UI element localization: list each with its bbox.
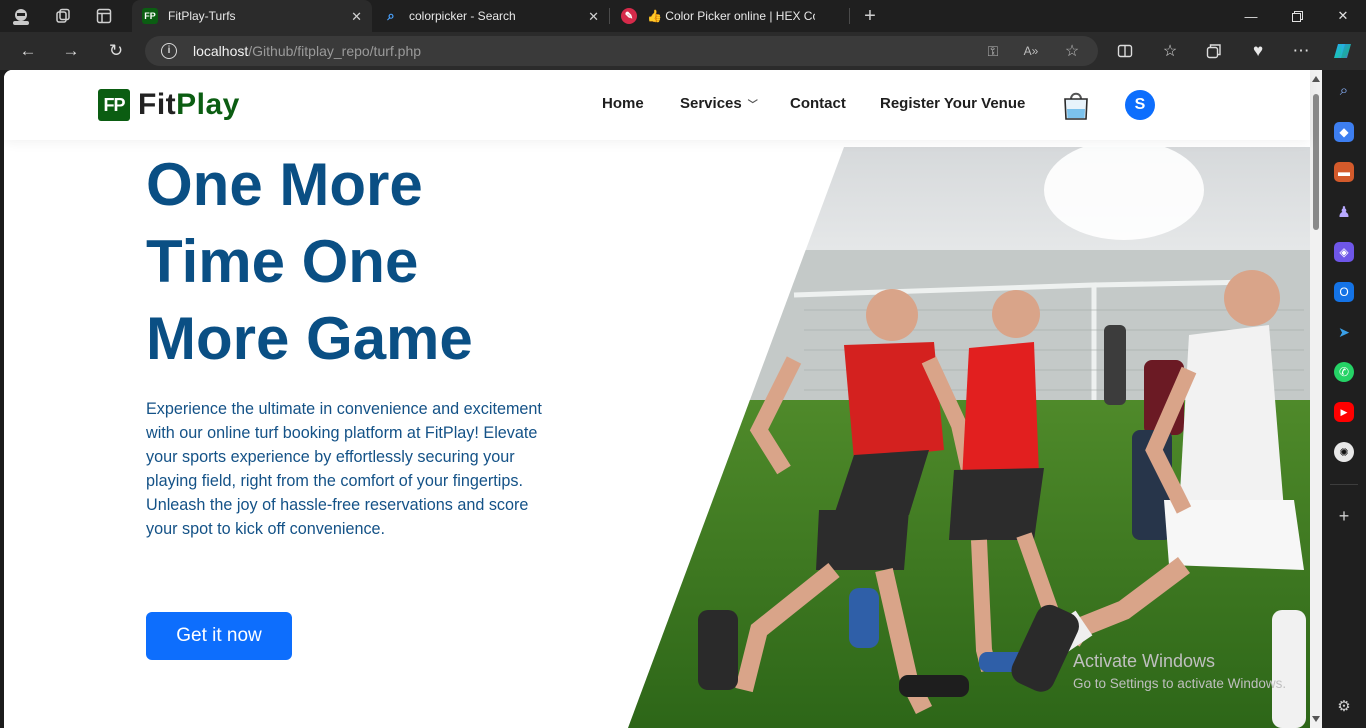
youtube-icon[interactable]: ▶ bbox=[1334, 402, 1354, 422]
user-avatar[interactable]: S bbox=[1125, 90, 1155, 120]
new-tab-icon[interactable]: + bbox=[859, 5, 881, 27]
split-screen-icon[interactable] bbox=[1111, 38, 1139, 64]
favorites-icon[interactable]: ☆ bbox=[1156, 38, 1184, 64]
browser-essentials-icon[interactable]: ♥ bbox=[1244, 38, 1272, 64]
tab-title: FitPlay-Turfs bbox=[168, 9, 236, 23]
url-path: /Github/fitplay_repo/turf.php bbox=[248, 43, 422, 59]
tab-actions-icon[interactable] bbox=[93, 5, 115, 27]
tab-color-picker-online[interactable]: ✎ 👍 Color Picker online | HEX Colo bbox=[611, 0, 847, 32]
minimize-icon[interactable]: — bbox=[1228, 0, 1274, 32]
forward-icon[interactable]: → bbox=[57, 38, 85, 64]
sidebar-search-icon[interactable]: ⌕ bbox=[1334, 80, 1354, 100]
page-viewport: FP FitPlay Home Services ﹀ Contact Regist… bbox=[4, 70, 1322, 728]
collections-icon[interactable] bbox=[1200, 38, 1228, 64]
tab-title: 👍 Color Picker online | HEX Colo bbox=[647, 9, 815, 23]
shopping-tag-icon[interactable]: ◆ bbox=[1334, 122, 1354, 142]
tab-title: colorpicker - Search bbox=[409, 9, 516, 23]
address-bar[interactable]: i localhost/Github/fitplay_repo/turf.php… bbox=[145, 36, 1098, 66]
whatsapp-icon[interactable]: ✆ bbox=[1334, 362, 1354, 382]
color-picker-icon: ✎ bbox=[621, 8, 637, 24]
url-host: localhost bbox=[193, 43, 249, 59]
watermark-title: Activate Windows bbox=[1073, 651, 1216, 671]
copilot-icon[interactable] bbox=[1329, 38, 1357, 64]
logo-word-play: Play bbox=[176, 88, 240, 121]
hero-title-line-2: Time One bbox=[146, 228, 419, 295]
scrollbar-thumb[interactable] bbox=[1313, 94, 1319, 230]
settings-more-icon[interactable]: ⋯ bbox=[1287, 38, 1315, 64]
hero-title-line-3: More Game bbox=[146, 305, 473, 372]
outlook-icon[interactable]: O bbox=[1334, 282, 1354, 302]
fitplay-favicon-icon: FP bbox=[142, 8, 158, 24]
nav-home[interactable]: Home bbox=[602, 95, 644, 112]
nav-services[interactable]: Services ﹀ bbox=[680, 95, 758, 112]
add-sidebar-app-icon[interactable]: + bbox=[1334, 506, 1354, 526]
close-tab-icon[interactable]: ✕ bbox=[351, 9, 362, 25]
nav-contact[interactable]: Contact bbox=[790, 95, 846, 112]
tools-briefcase-icon[interactable]: ▬ bbox=[1334, 162, 1354, 182]
games-icon[interactable]: ♟ bbox=[1334, 202, 1354, 222]
chatgpt-icon[interactable]: ✺ bbox=[1334, 442, 1354, 462]
read-aloud-icon[interactable]: A» bbox=[1021, 41, 1041, 61]
site-header: FP FitPlay Home Services ﹀ Contact Regist… bbox=[4, 70, 1310, 140]
sidebar-settings-gear-icon[interactable]: ⚙ bbox=[1334, 696, 1354, 716]
profile-icon[interactable] bbox=[10, 5, 32, 27]
watermark-subtitle: Go to Settings to activate Windows. bbox=[1073, 676, 1287, 691]
tab-colorpicker-search[interactable]: ⌕ colorpicker - Search ✕ bbox=[373, 0, 609, 32]
workspaces-icon[interactable] bbox=[52, 5, 74, 27]
restore-icon[interactable] bbox=[1274, 0, 1320, 32]
logo-mark: FP bbox=[98, 89, 130, 121]
send-icon[interactable]: ➤ bbox=[1334, 322, 1354, 342]
scroll-down-icon[interactable] bbox=[1312, 716, 1320, 722]
fitplay-logo[interactable]: FP FitPlay bbox=[98, 88, 240, 122]
close-window-icon[interactable]: ✕ bbox=[1320, 0, 1366, 32]
tab-separator bbox=[849, 8, 850, 24]
logo-word-fit: Fit bbox=[138, 88, 177, 121]
page-scrollbar[interactable] bbox=[1310, 70, 1322, 728]
logo-wordmark: FitPlay bbox=[138, 88, 240, 122]
hero-description: Experience the ultimate in convenience a… bbox=[146, 400, 542, 538]
browser-sidebar: ⌕ ◆ ▬ ♟ ◈ O ➤ ✆ ▶ ✺ + ⚙ bbox=[1322, 70, 1366, 728]
browser-tab-strip: FP FitPlay-Turfs ✕ ⌕ colorpicker - Searc… bbox=[0, 0, 1366, 32]
get-it-now-button[interactable]: Get it now bbox=[146, 612, 292, 660]
nav-services-label: Services bbox=[680, 95, 742, 112]
favorite-star-icon[interactable]: ☆ bbox=[1062, 41, 1082, 61]
hero-title-line-1: One More bbox=[146, 151, 423, 218]
nav-register-venue[interactable]: Register Your Venue bbox=[880, 95, 1025, 112]
key-icon[interactable]: ⚿ bbox=[983, 41, 1003, 61]
url-text[interactable]: localhost/Github/fitplay_repo/turf.php bbox=[193, 43, 421, 59]
search-icon: ⌕ bbox=[387, 8, 395, 23]
tab-fitplay-turfs[interactable]: FP FitPlay-Turfs ✕ bbox=[132, 0, 372, 32]
back-icon[interactable]: ← bbox=[14, 38, 42, 64]
chevron-down-icon: ﹀ bbox=[747, 100, 758, 111]
site-info-icon[interactable]: i bbox=[161, 43, 177, 59]
refresh-icon[interactable]: ↻ bbox=[102, 38, 130, 64]
copilot-sidebar-icon[interactable]: ◈ bbox=[1334, 242, 1354, 262]
sidebar-divider bbox=[1330, 484, 1358, 485]
close-tab-icon[interactable]: ✕ bbox=[588, 9, 599, 25]
scroll-up-icon[interactable] bbox=[1312, 76, 1320, 82]
browser-toolbar: ← → ↻ i localhost/Github/fitplay_repo/tu… bbox=[0, 32, 1366, 70]
tab-separator bbox=[609, 8, 610, 24]
hero-title: One More Time One More Game bbox=[146, 146, 666, 377]
activate-windows-watermark: Activate Windows Go to Settings to activ… bbox=[1073, 651, 1286, 691]
shopping-bag-icon[interactable] bbox=[1063, 89, 1089, 121]
